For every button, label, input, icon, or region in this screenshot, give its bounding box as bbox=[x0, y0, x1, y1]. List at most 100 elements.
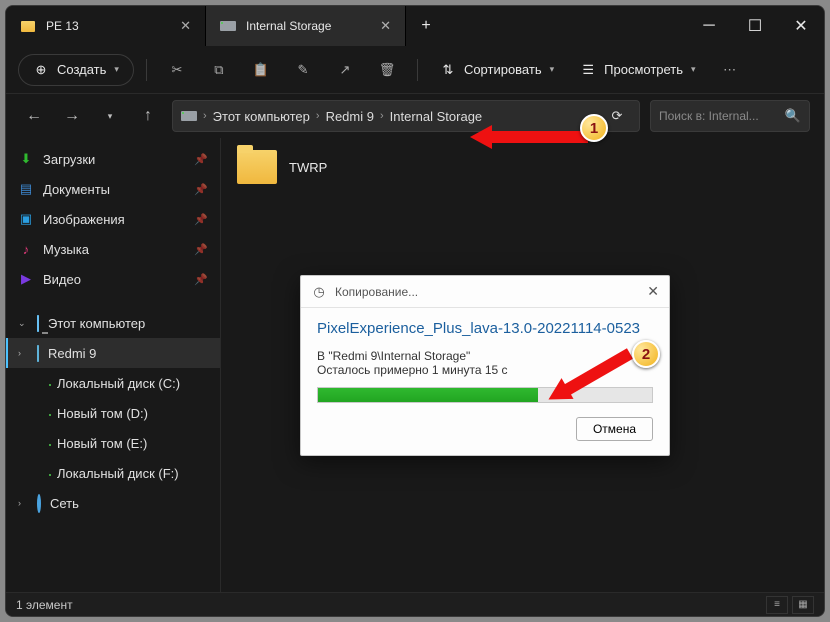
close-icon[interactable]: ✕ bbox=[380, 18, 391, 34]
cut-icon: ✂ bbox=[169, 62, 185, 78]
share-icon: ↗ bbox=[337, 62, 353, 78]
create-button[interactable]: ⊕ Создать ▾ bbox=[18, 54, 134, 86]
sidebar-item-videos[interactable]: ▶ Видео 📌 bbox=[6, 264, 220, 294]
sidebar-item-downloads[interactable]: ⬇ Загрузки 📌 bbox=[6, 144, 220, 174]
progress-fill bbox=[318, 388, 538, 402]
cut-button[interactable]: ✂ bbox=[159, 54, 195, 86]
folder-name: TWRP bbox=[289, 160, 327, 175]
folder-icon bbox=[20, 18, 36, 34]
annotation-badge-1: 1 bbox=[580, 114, 608, 142]
sort-button[interactable]: ⇅ Сортировать ▾ bbox=[430, 54, 564, 86]
folder-item-twrp[interactable]: TWRP bbox=[237, 150, 808, 184]
chevron-right-icon[interactable]: › bbox=[18, 348, 28, 358]
network-icon bbox=[37, 496, 41, 511]
divider bbox=[146, 59, 147, 81]
music-icon: ♪ bbox=[18, 241, 34, 257]
pin-icon: 📌 bbox=[194, 153, 208, 166]
sidebar-item-drive-e[interactable]: Новый том (E:) bbox=[6, 428, 220, 458]
copy-dialog: ◷ Копирование... ✕ PixelExperience_Plus_… bbox=[300, 275, 670, 456]
sidebar-item-label: Локальный диск (C:) bbox=[57, 376, 180, 391]
new-tab-button[interactable]: + bbox=[406, 6, 446, 46]
chevron-right-icon[interactable]: › bbox=[18, 498, 28, 508]
chevron-down-icon[interactable]: ⌄ bbox=[18, 318, 28, 329]
search-placeholder: Поиск в: Internal... bbox=[659, 109, 759, 123]
status-bar: 1 элемент ≡ ▦ bbox=[6, 592, 824, 616]
more-button[interactable]: ⋯ bbox=[712, 54, 748, 86]
sidebar-item-label: Документы bbox=[43, 182, 110, 197]
chevron-right-icon: › bbox=[316, 110, 320, 122]
tab-pe13[interactable]: PE 13 ✕ bbox=[6, 6, 206, 46]
sidebar-item-redmi9[interactable]: › Redmi 9 bbox=[6, 338, 220, 368]
tab-internal-storage[interactable]: Internal Storage ✕ bbox=[206, 6, 406, 46]
close-icon[interactable]: ✕ bbox=[180, 18, 191, 34]
search-input[interactable]: Поиск в: Internal... 🔍 bbox=[650, 100, 810, 132]
picture-icon: ▣ bbox=[18, 211, 34, 227]
video-icon: ▶ bbox=[18, 271, 34, 287]
drive-icon bbox=[181, 108, 197, 124]
sidebar-item-documents[interactable]: ▤ Документы 📌 bbox=[6, 174, 220, 204]
paste-button[interactable]: 📋 bbox=[243, 54, 279, 86]
sidebar-item-network[interactable]: › Сеть bbox=[6, 488, 220, 518]
back-button[interactable]: ← bbox=[20, 102, 48, 130]
divider bbox=[417, 59, 418, 81]
sidebar-item-label: Новый том (E:) bbox=[57, 436, 147, 451]
forward-button[interactable]: → bbox=[58, 102, 86, 130]
drive-icon bbox=[220, 18, 236, 34]
chevron-right-icon: › bbox=[380, 110, 384, 122]
close-icon[interactable]: ✕ bbox=[647, 283, 659, 300]
view-label: Просмотреть bbox=[604, 62, 683, 77]
refresh-button[interactable]: ⟳ bbox=[603, 108, 631, 124]
copy-button[interactable]: ⧉ bbox=[201, 54, 237, 86]
clock-icon: ◷ bbox=[311, 284, 327, 300]
breadcrumb[interactable]: Этот компьютер bbox=[213, 109, 310, 124]
sidebar-item-label: Новый том (D:) bbox=[57, 406, 148, 421]
copying-filename: PixelExperience_Plus_lava-13.0-20221114-… bbox=[317, 320, 653, 337]
chevron-down-icon: ▾ bbox=[114, 64, 119, 75]
address-bar[interactable]: › Этот компьютер › Redmi 9 › Internal St… bbox=[172, 100, 640, 132]
sidebar: ⬇ Загрузки 📌 ▤ Документы 📌 ▣ Изображения… bbox=[6, 138, 221, 592]
chevron-down-icon: ▾ bbox=[550, 64, 555, 75]
sidebar-item-drive-f[interactable]: Локальный диск (F:) bbox=[6, 458, 220, 488]
pin-icon: 📌 bbox=[194, 243, 208, 256]
create-label: Создать bbox=[57, 62, 106, 77]
title-bar: PE 13 ✕ Internal Storage ✕ + ─ ☐ ✕ bbox=[6, 6, 824, 46]
view-icon: ☰ bbox=[580, 62, 596, 78]
icons-view-button[interactable]: ▦ bbox=[792, 596, 814, 614]
dialog-body: PixelExperience_Plus_lava-13.0-20221114-… bbox=[301, 308, 669, 455]
dialog-titlebar[interactable]: ◷ Копирование... ✕ bbox=[301, 276, 669, 308]
details-view-button[interactable]: ≡ bbox=[766, 596, 788, 614]
view-button[interactable]: ☰ Просмотреть ▾ bbox=[570, 54, 705, 86]
sidebar-item-this-pc[interactable]: ⌄ Этот компьютер bbox=[6, 308, 220, 338]
dialog-title: Копирование... bbox=[335, 285, 418, 299]
sidebar-item-drive-c[interactable]: Локальный диск (C:) bbox=[6, 368, 220, 398]
annotation-badge-2: 2 bbox=[632, 340, 660, 368]
maximize-button[interactable]: ☐ bbox=[732, 6, 778, 46]
breadcrumb[interactable]: Redmi 9 bbox=[326, 109, 374, 124]
minimize-button[interactable]: ─ bbox=[686, 6, 732, 46]
sort-icon: ⇅ bbox=[440, 62, 456, 78]
more-icon: ⋯ bbox=[722, 62, 738, 78]
up-button[interactable]: ↑ bbox=[134, 102, 162, 130]
copy-icon: ⧉ bbox=[211, 62, 227, 78]
share-button[interactable]: ↗ bbox=[327, 54, 363, 86]
sidebar-item-label: Изображения bbox=[43, 212, 125, 227]
tab-label: Internal Storage bbox=[246, 19, 331, 33]
pin-icon: 📌 bbox=[194, 183, 208, 196]
sidebar-item-pictures[interactable]: ▣ Изображения 📌 bbox=[6, 204, 220, 234]
sidebar-item-label: Видео bbox=[43, 272, 81, 287]
sidebar-item-music[interactable]: ♪ Музыка 📌 bbox=[6, 234, 220, 264]
folder-icon bbox=[237, 150, 277, 184]
rename-button[interactable]: ✎ bbox=[285, 54, 321, 86]
history-button[interactable]: ▾ bbox=[96, 102, 124, 130]
sidebar-item-label: Redmi 9 bbox=[48, 346, 96, 361]
download-icon: ⬇ bbox=[18, 151, 34, 167]
close-button[interactable]: ✕ bbox=[778, 6, 824, 46]
breadcrumb[interactable]: Internal Storage bbox=[390, 109, 483, 124]
chevron-right-icon: › bbox=[203, 110, 207, 122]
copy-eta: Осталось примерно 1 минута 15 с bbox=[317, 363, 653, 377]
copy-destination: В "Redmi 9\Internal Storage" bbox=[317, 349, 653, 363]
delete-button[interactable]: 🗑 bbox=[369, 54, 405, 86]
sidebar-item-drive-d[interactable]: Новый том (D:) bbox=[6, 398, 220, 428]
cancel-button[interactable]: Отмена bbox=[576, 417, 653, 441]
phone-icon bbox=[37, 346, 39, 361]
